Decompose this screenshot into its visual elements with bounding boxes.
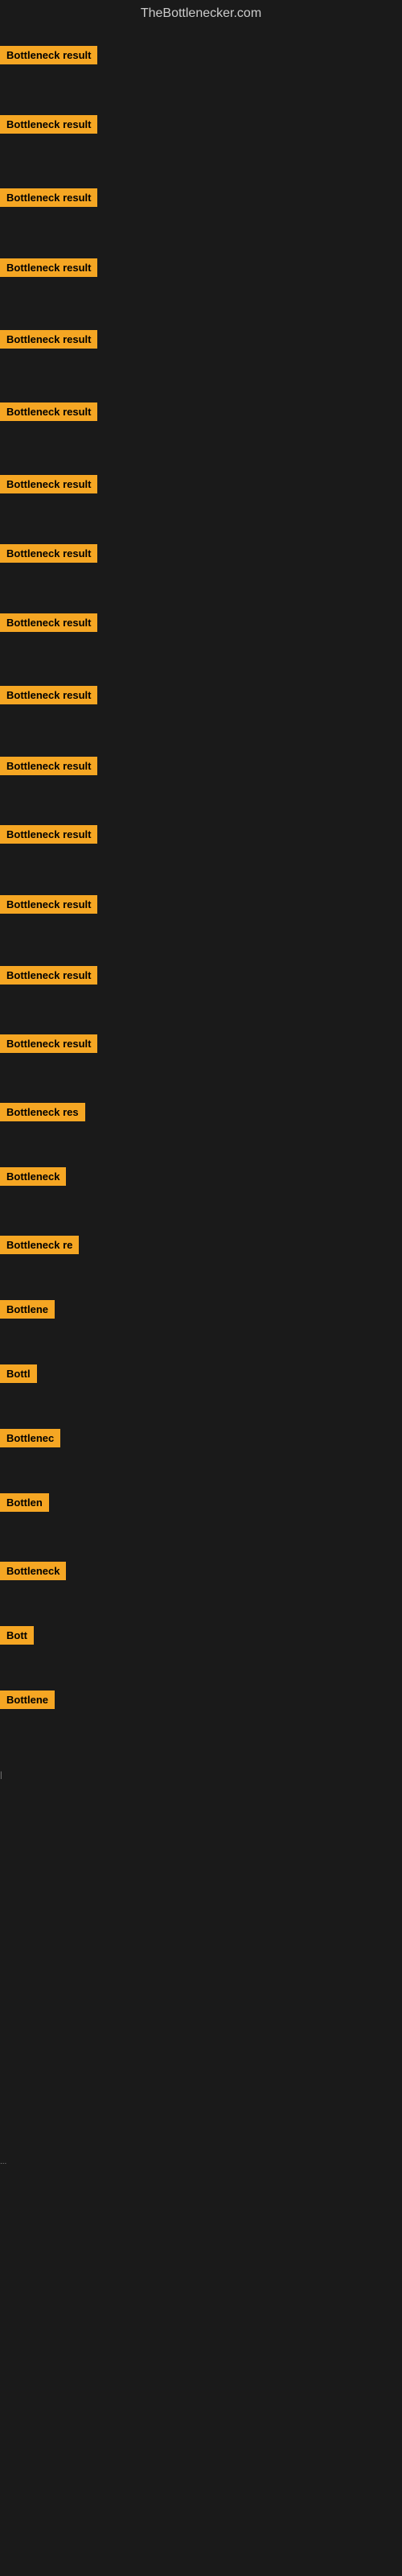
bottleneck-label-6: Bottleneck result — [0, 402, 97, 421]
bottleneck-item-4[interactable]: Bottleneck result — [0, 258, 97, 281]
bottleneck-label-12: Bottleneck result — [0, 825, 97, 844]
bottleneck-item-6[interactable]: Bottleneck result — [0, 402, 97, 425]
bottleneck-item-19[interactable]: Bottlene — [0, 1300, 55, 1323]
bottleneck-label-24: Bott — [0, 1626, 34, 1645]
marker-1: | — [0, 1771, 2, 1780]
bottleneck-label-1: Bottleneck result — [0, 46, 97, 64]
bottleneck-label-3: Bottleneck result — [0, 188, 97, 207]
bottleneck-label-22: Bottlen — [0, 1493, 49, 1512]
bottleneck-item-10[interactable]: Bottleneck result — [0, 686, 97, 708]
bottleneck-label-25: Bottlene — [0, 1690, 55, 1709]
bottleneck-label-10: Bottleneck result — [0, 686, 97, 704]
bottleneck-label-13: Bottleneck result — [0, 895, 97, 914]
marker-2: ... — [0, 2157, 6, 2166]
bottleneck-label-8: Bottleneck result — [0, 544, 97, 563]
bottleneck-label-7: Bottleneck result — [0, 475, 97, 493]
bottleneck-label-9: Bottleneck result — [0, 613, 97, 632]
bottleneck-label-2: Bottleneck result — [0, 115, 97, 134]
bottleneck-item-23[interactable]: Bottleneck — [0, 1562, 66, 1584]
bottleneck-item-13[interactable]: Bottleneck result — [0, 895, 97, 918]
bottleneck-item-11[interactable]: Bottleneck result — [0, 757, 97, 779]
bottleneck-label-17: Bottleneck — [0, 1167, 66, 1186]
bottleneck-label-23: Bottleneck — [0, 1562, 66, 1580]
bottleneck-label-5: Bottleneck result — [0, 330, 97, 349]
bottleneck-item-17[interactable]: Bottleneck — [0, 1167, 66, 1190]
bottleneck-item-8[interactable]: Bottleneck result — [0, 544, 97, 567]
bottleneck-item-14[interactable]: Bottleneck result — [0, 966, 97, 989]
bottleneck-item-1[interactable]: Bottleneck result — [0, 46, 97, 68]
bottleneck-item-16[interactable]: Bottleneck res — [0, 1103, 85, 1125]
bottleneck-item-15[interactable]: Bottleneck result — [0, 1034, 97, 1057]
bottleneck-item-24[interactable]: Bott — [0, 1626, 34, 1649]
bottleneck-item-25[interactable]: Bottlene — [0, 1690, 55, 1713]
bottleneck-item-9[interactable]: Bottleneck result — [0, 613, 97, 636]
bottleneck-item-7[interactable]: Bottleneck result — [0, 475, 97, 497]
bottleneck-item-12[interactable]: Bottleneck result — [0, 825, 97, 848]
bottleneck-item-22[interactable]: Bottlen — [0, 1493, 49, 1516]
bottleneck-label-21: Bottlenec — [0, 1429, 60, 1447]
site-title: TheBottlenecker.com — [0, 0, 402, 27]
bottleneck-label-11: Bottleneck result — [0, 757, 97, 775]
bottleneck-item-5[interactable]: Bottleneck result — [0, 330, 97, 353]
bottleneck-label-18: Bottleneck re — [0, 1236, 79, 1254]
bottleneck-label-20: Bottl — [0, 1364, 37, 1383]
bottleneck-label-16: Bottleneck res — [0, 1103, 85, 1121]
bottleneck-item-3[interactable]: Bottleneck result — [0, 188, 97, 211]
bottleneck-label-15: Bottleneck result — [0, 1034, 97, 1053]
bottleneck-label-19: Bottlene — [0, 1300, 55, 1319]
bottleneck-item-20[interactable]: Bottl — [0, 1364, 37, 1387]
bottleneck-label-4: Bottleneck result — [0, 258, 97, 277]
bottleneck-label-14: Bottleneck result — [0, 966, 97, 985]
bottleneck-item-2[interactable]: Bottleneck result — [0, 115, 97, 138]
bottleneck-item-21[interactable]: Bottlenec — [0, 1429, 60, 1451]
bottleneck-item-18[interactable]: Bottleneck re — [0, 1236, 79, 1258]
